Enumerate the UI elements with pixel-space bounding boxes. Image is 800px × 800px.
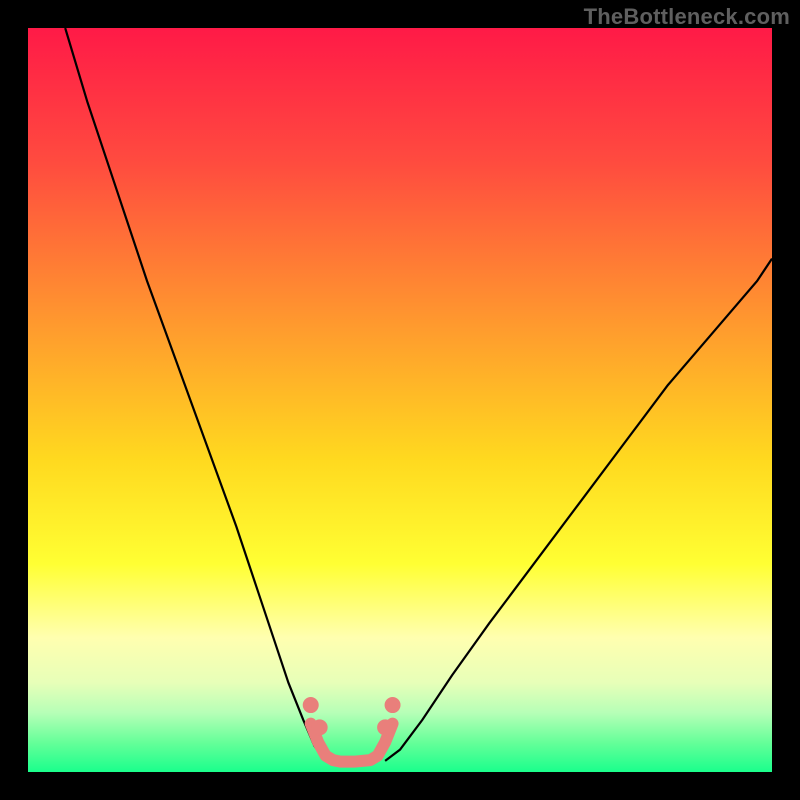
highlight-dots — [385, 697, 401, 713]
highlight-dots — [312, 719, 328, 735]
chart-frame: TheBottleneck.com — [0, 0, 800, 800]
gradient-background — [28, 28, 772, 772]
watermark-text: TheBottleneck.com — [584, 4, 790, 30]
highlight-dots — [303, 697, 319, 713]
plot-area — [28, 28, 772, 772]
chart-svg — [28, 28, 772, 772]
highlight-dots — [377, 719, 393, 735]
